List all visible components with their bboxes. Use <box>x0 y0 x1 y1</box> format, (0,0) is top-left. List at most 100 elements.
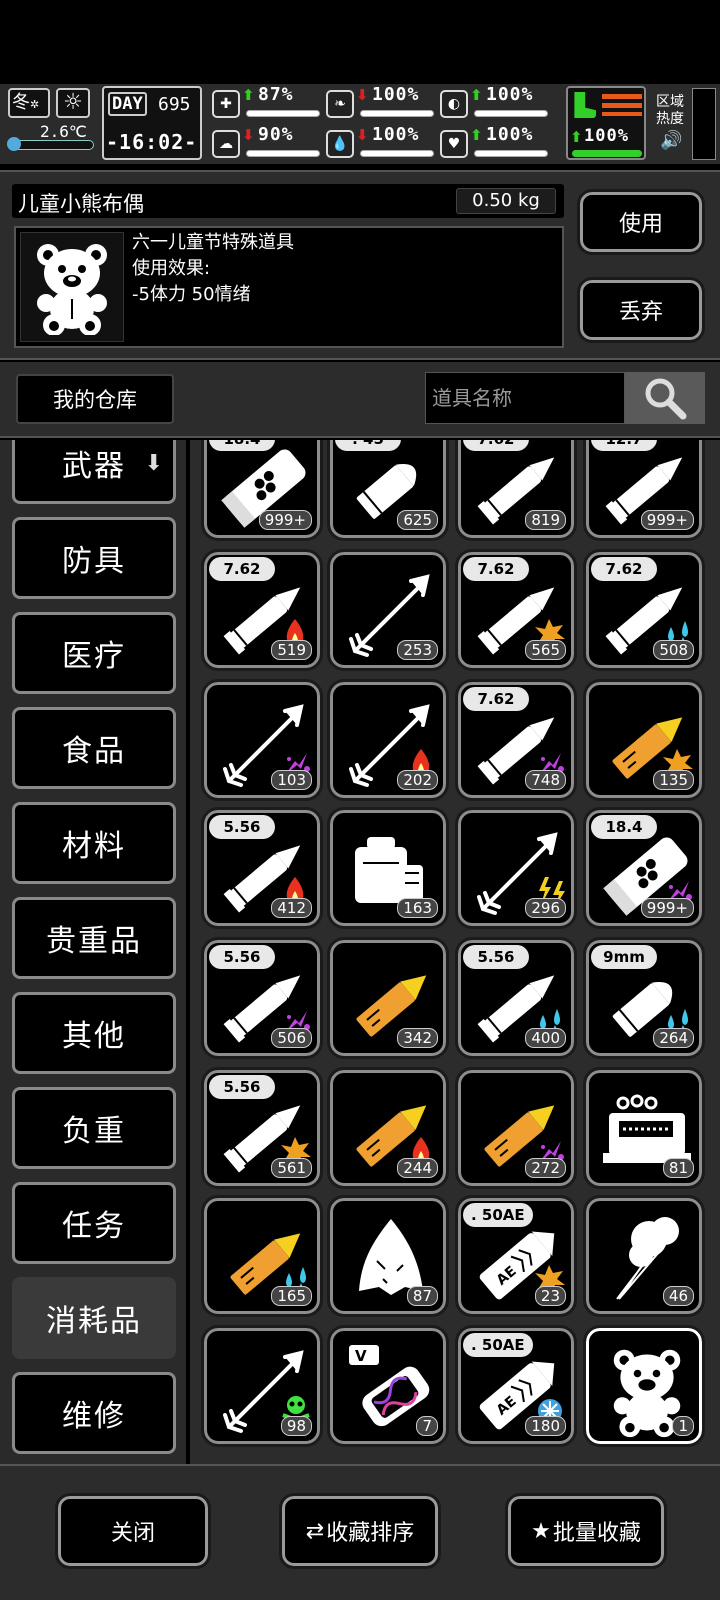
swap-icon: ⇄ <box>305 1518 325 1544</box>
category-label: 贵重品 <box>46 924 142 959</box>
footer-bar: 关闭 ⇄ 收藏排序 ★ 批量收藏 <box>0 1464 720 1600</box>
stat-stomach: ❧ ⬇ 100% <box>326 84 436 122</box>
caliber-badge: 5.56 <box>209 815 275 839</box>
stat-bar <box>474 150 548 157</box>
inventory-slot[interactable]: 342 <box>327 937 449 1059</box>
search-button[interactable] <box>625 372 705 424</box>
item-count: 999+ <box>640 510 694 530</box>
category-materials[interactable]: 材料 <box>12 802 176 884</box>
inventory-slot[interactable]: 163 <box>327 807 449 929</box>
inventory-slot[interactable]: 87 <box>327 1195 449 1317</box>
category-weapons[interactable]: 武器 ⬇ <box>12 440 176 504</box>
inventory-slot[interactable]: 18.4 999+ <box>201 440 323 541</box>
inventory-slot[interactable]: 7.62 519 <box>201 549 323 671</box>
inventory-slot[interactable]: 5.56 400 <box>455 937 577 1059</box>
inventory-slot[interactable]: 7.62 508 <box>583 549 705 671</box>
item-count: 180 <box>525 1416 566 1436</box>
svg-text:V: V <box>355 1347 367 1365</box>
stat-value: 100% <box>372 124 420 145</box>
category-other[interactable]: 其他 <box>12 992 176 1074</box>
inventory-slot[interactable]: 81 <box>583 1067 705 1189</box>
item-count: 23 <box>534 1286 566 1306</box>
close-button[interactable]: 关闭 <box>55 1493 211 1569</box>
stamina-bar <box>572 150 642 157</box>
inventory-slot[interactable]: . 45 625 <box>327 440 449 541</box>
boot-icon <box>574 92 596 118</box>
inventory-slot[interactable]: 7.62 748 <box>455 679 577 801</box>
inventory-slot[interactable]: 272 <box>455 1067 577 1189</box>
category-label: 负重 <box>62 1114 126 1149</box>
heart-icon: ♥ <box>440 130 468 158</box>
item-count: 202 <box>397 770 438 790</box>
item-count: 748 <box>525 770 566 790</box>
inventory-slot[interactable]: 165 <box>201 1195 323 1317</box>
item-count: 565 <box>525 640 566 660</box>
item-desc-line-1: 六一儿童节特殊道具 <box>132 232 294 253</box>
item-count: 163 <box>397 898 438 918</box>
caliber-badge: 18.4 <box>209 440 275 451</box>
category-armor[interactable]: 防具 <box>12 517 176 599</box>
category-load[interactable]: 负重 <box>12 1087 176 1169</box>
category-label: 防具 <box>62 544 126 579</box>
category-consumables[interactable]: 消耗品 <box>12 1277 176 1359</box>
item-count: 819 <box>525 510 566 530</box>
sort-favorites-button[interactable]: ⇄ 收藏排序 <box>279 1493 441 1569</box>
temperature: 2.6℃ <box>40 122 87 141</box>
discard-button[interactable]: 丢弃 <box>577 277 705 343</box>
item-count: 272 <box>525 1158 566 1178</box>
batch-favorite-button[interactable]: ★ 批量收藏 <box>505 1493 667 1569</box>
inventory-slot[interactable]: 253 <box>327 549 449 671</box>
caliber-badge: 5.56 <box>463 945 529 969</box>
inventory-slot[interactable]: 244 <box>327 1067 449 1189</box>
inventory-slot[interactable]: 9mm 264 <box>583 937 705 1059</box>
inventory-slot[interactable]: 46 <box>583 1195 705 1317</box>
inventory-slot[interactable]: 202 <box>327 679 449 801</box>
category-repair[interactable]: 维修 <box>12 1372 176 1454</box>
category-valuables[interactable]: 贵重品 <box>12 897 176 979</box>
weather-box: 冬✲ ☼ 2.6℃ <box>4 86 94 160</box>
inventory-slot[interactable]: 18.4 999+ <box>583 807 705 929</box>
star-icon: ★ <box>531 1518 551 1544</box>
category-medical[interactable]: 医疗 <box>12 612 176 694</box>
season-label: 冬✲ <box>8 88 50 118</box>
stamina-value: 100% <box>584 126 629 146</box>
item-count: 1 <box>672 1416 694 1436</box>
caliber-badge: 18.4 <box>591 815 657 839</box>
stat-heart: ♥ ⬆ 100% <box>440 124 550 162</box>
use-button[interactable]: 使用 <box>577 189 705 255</box>
inventory-slot[interactable]: V7 <box>327 1325 449 1447</box>
search-icon <box>645 378 687 420</box>
inventory-slot[interactable]: 135 <box>583 679 705 801</box>
inventory-slot[interactable]: 7.62 565 <box>455 549 577 671</box>
inventory-slot[interactable]: 7.62 819 <box>455 440 577 541</box>
category-food[interactable]: 食品 <box>12 707 176 789</box>
item-count: 519 <box>271 640 312 660</box>
inventory-slot[interactable]: 98 <box>201 1325 323 1447</box>
search-input[interactable]: 道具名称 <box>425 372 625 424</box>
inventory-slot[interactable]: 5.56 561 <box>201 1067 323 1189</box>
inventory-slot[interactable]: 12.7 999+ <box>583 440 705 541</box>
arrow-down-icon: ⬇ <box>356 86 369 104</box>
category-label: 其他 <box>62 1019 126 1054</box>
category-label: 食品 <box>62 734 126 769</box>
my-warehouse-button[interactable]: 我的仓库 <box>16 374 174 424</box>
brain-icon: ☁ <box>212 130 240 158</box>
item-count: 508 <box>653 640 694 660</box>
item-count: 506 <box>271 1028 312 1048</box>
inventory-slot[interactable]: AE. 50AE 23 <box>455 1195 577 1317</box>
item-count: 253 <box>397 640 438 660</box>
stat-bar <box>246 110 320 117</box>
category-quests[interactable]: 任务 <box>12 1182 176 1264</box>
caliber-badge: 7.62 <box>463 557 529 581</box>
inventory-slot[interactable]: 5.56 412 <box>201 807 323 929</box>
inventory-slot[interactable]: 1 <box>583 1325 705 1447</box>
speaker-icon[interactable]: 🔊 <box>660 130 682 151</box>
item-count: 81 <box>662 1158 694 1178</box>
inventory-slot[interactable]: 5.56 506 <box>201 937 323 1059</box>
inventory-slot[interactable]: AE. 50AE 180 <box>455 1325 577 1447</box>
inventory-slot[interactable]: 103 <box>201 679 323 801</box>
stat-pill: ◐ ⬆ 100% <box>440 84 550 122</box>
stat-water-drop: 💧 ⬇ 100% <box>326 124 436 162</box>
inventory-slot[interactable]: 296 <box>455 807 577 929</box>
caliber-badge: 7.62 <box>463 687 529 711</box>
